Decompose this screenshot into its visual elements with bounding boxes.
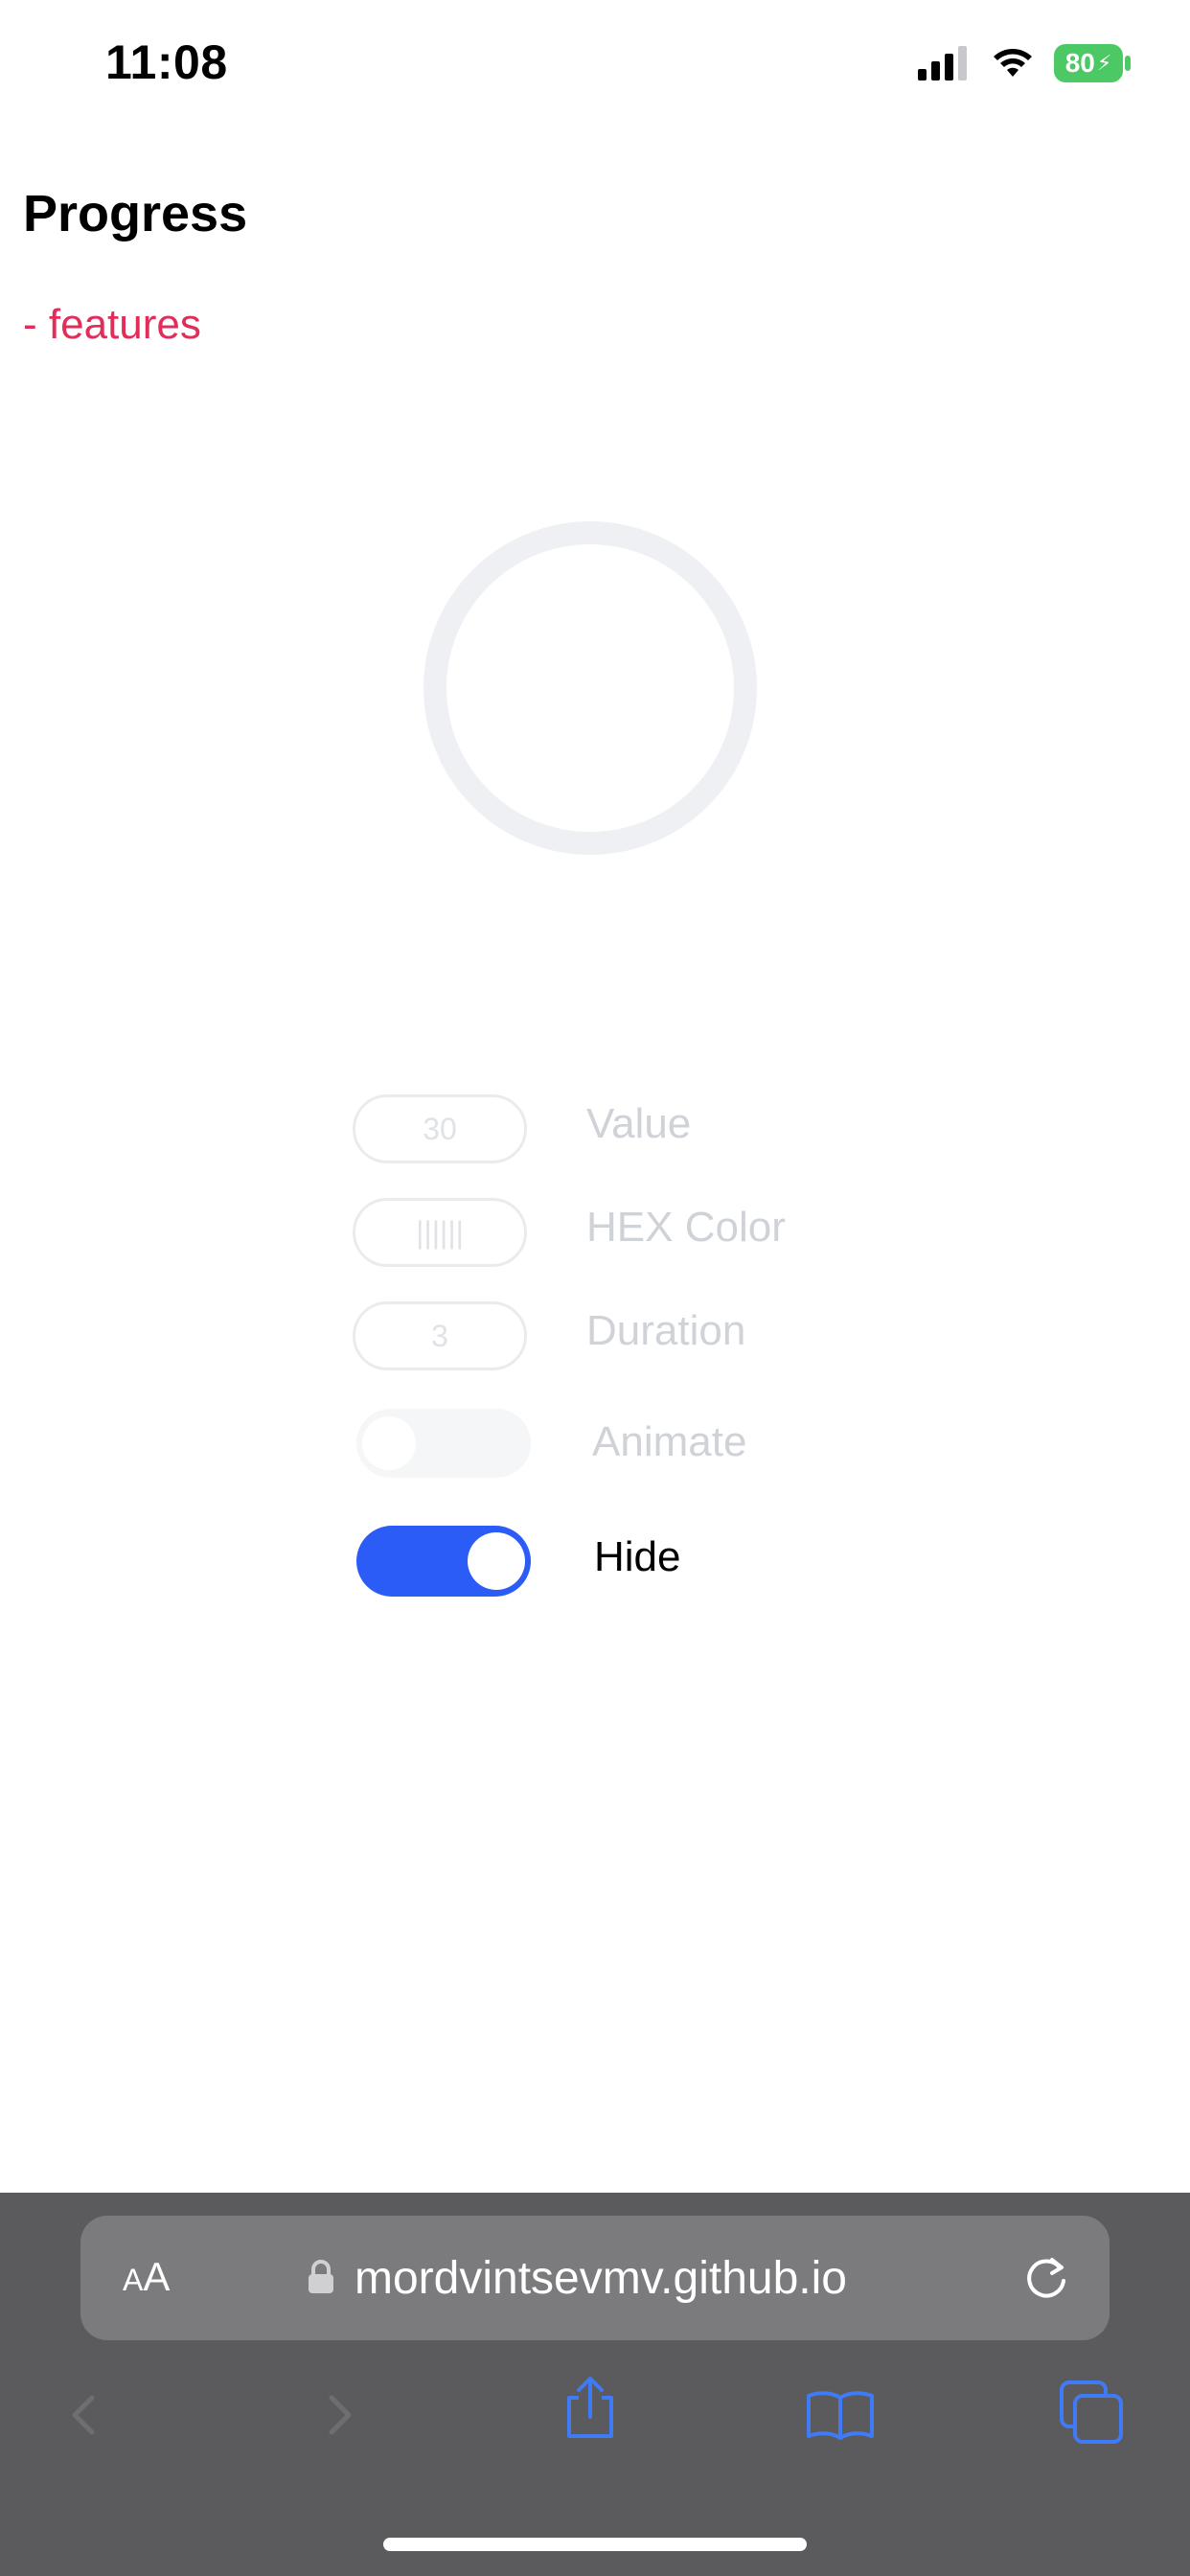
lock-icon — [309, 2260, 333, 2293]
text-size-button[interactable]: AA — [123, 2254, 170, 2300]
text-size-large-a: A — [143, 2254, 171, 2299]
tabs-icon[interactable] — [1058, 2379, 1125, 2446]
cellular-signal-icon — [918, 46, 967, 80]
text-size-small-a: A — [123, 2263, 144, 2297]
battery-percent: 80 — [1064, 48, 1095, 78]
reload-icon[interactable] — [1019, 2252, 1073, 2306]
hide-toggle-knob — [468, 1532, 525, 1590]
value-input[interactable]: 30 — [353, 1094, 527, 1163]
page-title: Progress — [23, 185, 248, 242]
back-icon[interactable] — [56, 2386, 113, 2444]
hex-color-input[interactable]: |||||| — [353, 1198, 527, 1267]
url-text[interactable]: mordvintsevmv.github.io — [355, 2252, 847, 2305]
status-time: 11:08 — [105, 35, 228, 89]
animate-label: Animate — [592, 1418, 747, 1465]
battery-cap — [1125, 56, 1131, 71]
duration-label: Duration — [586, 1307, 746, 1354]
hex-color-label: HEX Color — [586, 1204, 786, 1251]
hide-label: Hide — [594, 1533, 681, 1580]
bookmarks-icon[interactable] — [805, 2386, 876, 2444]
duration-input[interactable]: 3 — [353, 1301, 527, 1370]
progress-circle — [423, 521, 757, 855]
charging-bolt-icon: ⚡ — [1096, 51, 1112, 75]
forward-icon[interactable] — [310, 2386, 368, 2444]
progress-track — [423, 521, 757, 855]
home-indicator — [383, 2538, 807, 2551]
share-icon[interactable] — [560, 2375, 621, 2440]
wifi-icon — [994, 49, 1032, 77]
animate-toggle[interactable] — [356, 1409, 531, 1478]
battery-indicator: 80 ⚡ — [1054, 44, 1123, 82]
hide-toggle[interactable] — [356, 1526, 531, 1597]
value-label: Value — [586, 1100, 692, 1147]
features-link[interactable]: - features — [23, 301, 201, 349]
animate-toggle-knob — [362, 1416, 416, 1470]
